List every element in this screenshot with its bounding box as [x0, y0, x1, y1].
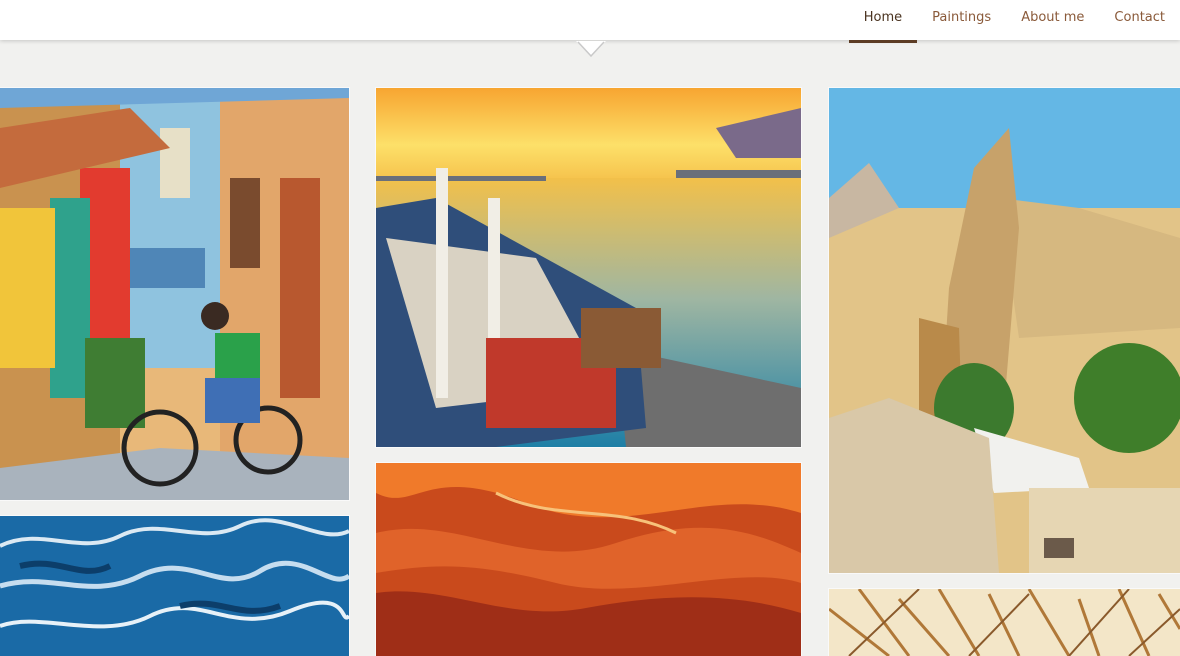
painting-red-canyon[interactable] [376, 463, 801, 656]
painting-rock-formations[interactable] [829, 88, 1180, 573]
painting-boy-on-bicycle[interactable] [0, 88, 349, 500]
nav-home[interactable]: Home [848, 0, 918, 43]
chevron-down-icon[interactable] [576, 41, 606, 59]
painting-rock-formations-image [829, 88, 1180, 573]
painting-boy-on-bicycle-image [0, 88, 349, 500]
painting-sunset-boat[interactable] [376, 88, 801, 447]
main-nav: Home Paintings About me Contact [848, 0, 1180, 43]
painting-blue-water-image [0, 516, 349, 656]
painting-golden-grass[interactable] [829, 589, 1180, 656]
painting-blue-water[interactable] [0, 516, 349, 656]
top-navigation-bar: Home Paintings About me Contact [0, 0, 1180, 43]
painting-sunset-boat-image [376, 88, 801, 447]
nav-about-me[interactable]: About me [1006, 0, 1099, 40]
nav-paintings[interactable]: Paintings [917, 0, 1006, 40]
painting-golden-grass-image [829, 589, 1180, 656]
nav-contact[interactable]: Contact [1099, 0, 1180, 40]
painting-red-canyon-image [376, 463, 801, 656]
